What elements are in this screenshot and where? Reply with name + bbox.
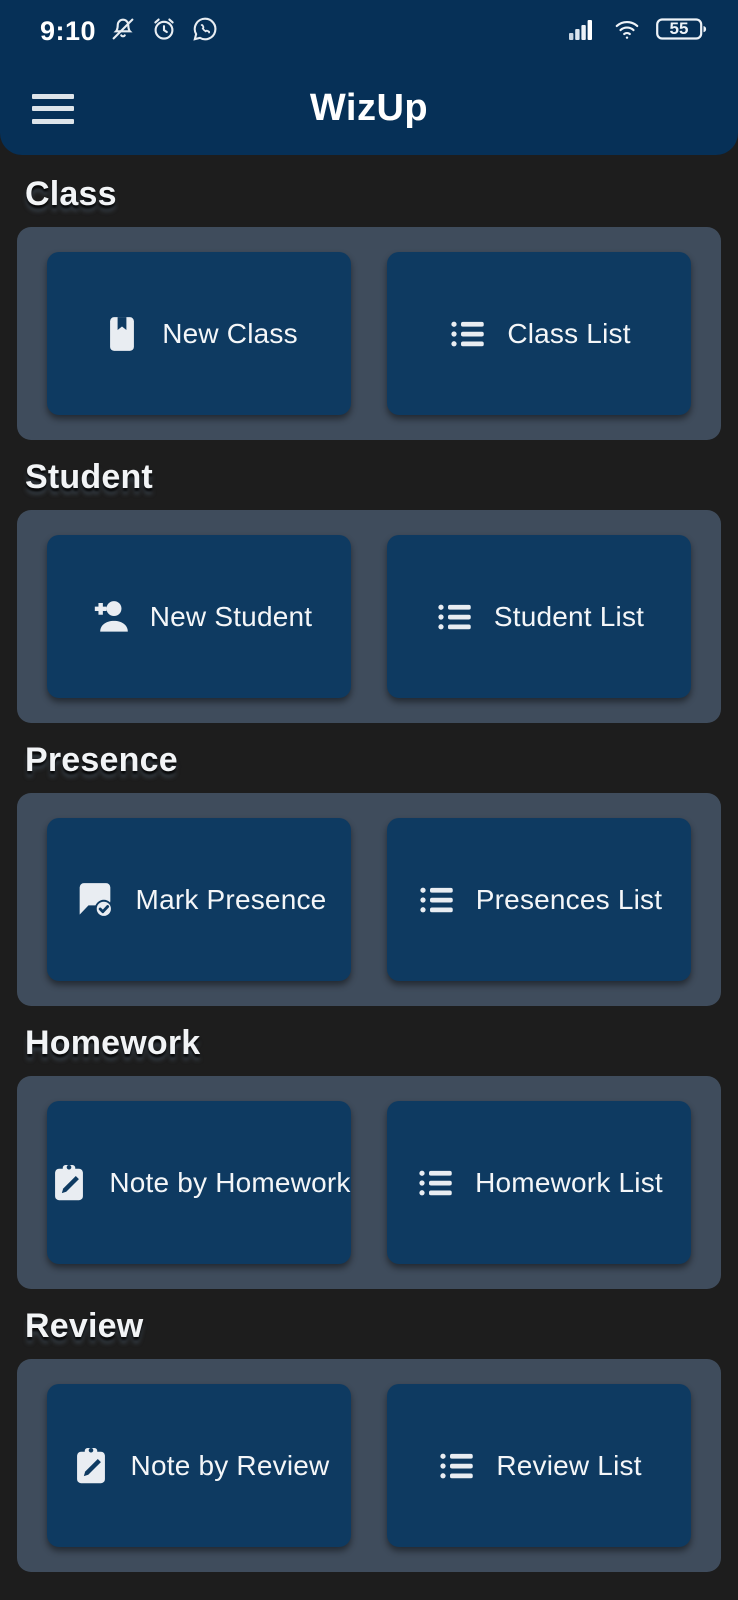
note-by-review-label: Note by Review bbox=[130, 1449, 330, 1481]
main-content: Class New Class Class List Student New S… bbox=[0, 169, 738, 1572]
section-review: Review Note by Review Review List bbox=[17, 1301, 721, 1572]
note-by-homework-button[interactable]: Note by Homework bbox=[47, 1101, 351, 1264]
bell-off-icon bbox=[109, 15, 137, 48]
mark-presence-button[interactable]: Mark Presence bbox=[47, 818, 351, 981]
section-class: Class New Class Class List bbox=[17, 169, 721, 440]
mark-presence-label: Mark Presence bbox=[135, 883, 327, 915]
alarm-clock-icon bbox=[150, 15, 178, 48]
clipboard-pencil-icon bbox=[69, 1444, 113, 1488]
note-by-homework-label: Note by Homework bbox=[109, 1166, 351, 1198]
section-title-review: Review bbox=[25, 1307, 144, 1345]
section-card-homework: Note by Homework Homework List bbox=[17, 1076, 721, 1289]
section-card-student: New Student Student List bbox=[17, 510, 721, 723]
homework-list-button[interactable]: Homework List bbox=[387, 1101, 691, 1264]
section-card-presence: Mark Presence Presences List bbox=[17, 793, 721, 1006]
presences-list-label: Presences List bbox=[475, 883, 663, 915]
student-list-label: Student List bbox=[493, 600, 645, 632]
review-list-button[interactable]: Review List bbox=[387, 1384, 691, 1547]
new-class-label: New Class bbox=[162, 317, 298, 349]
section-homework: Homework Note by Homework Homework List bbox=[17, 1018, 721, 1289]
list-icon bbox=[447, 313, 489, 355]
new-class-button[interactable]: New Class bbox=[47, 252, 351, 415]
new-student-label: New Student bbox=[149, 600, 313, 632]
status-bar: 9:10 55 bbox=[0, 0, 738, 62]
person-add-icon bbox=[86, 594, 132, 640]
app-bar: WizUp bbox=[0, 62, 738, 155]
note-by-review-button[interactable]: Note by Review bbox=[47, 1384, 351, 1547]
class-list-button[interactable]: Class List bbox=[387, 252, 691, 415]
list-icon bbox=[416, 879, 458, 921]
whatsapp-icon bbox=[191, 15, 219, 48]
section-card-review: Note by Review Review List bbox=[17, 1359, 721, 1572]
section-title-student: Student bbox=[25, 458, 153, 496]
presences-list-button[interactable]: Presences List bbox=[387, 818, 691, 981]
review-list-label: Review List bbox=[496, 1449, 642, 1481]
status-bar-right: 55 bbox=[568, 15, 708, 48]
section-presence: Presence Mark Presence Presences List bbox=[17, 735, 721, 1006]
section-title-homework: Homework bbox=[25, 1024, 201, 1062]
section-title-class: Class bbox=[25, 175, 117, 213]
section-card-class: New Class Class List bbox=[17, 227, 721, 440]
new-student-button[interactable]: New Student bbox=[47, 535, 351, 698]
wifi-icon bbox=[612, 16, 642, 47]
class-list-label: Class List bbox=[507, 317, 631, 349]
section-student: Student New Student Student List bbox=[17, 452, 721, 723]
chat-check-icon bbox=[72, 877, 118, 923]
battery-level-label: 55 bbox=[669, 18, 689, 38]
battery-icon: 55 bbox=[656, 15, 708, 48]
clipboard-pencil-icon bbox=[47, 1161, 91, 1205]
section-title-presence: Presence bbox=[25, 741, 178, 779]
list-icon bbox=[415, 1162, 457, 1204]
page-title: WizUp bbox=[309, 87, 429, 129]
list-icon bbox=[436, 1445, 478, 1487]
list-icon bbox=[434, 596, 476, 638]
homework-list-label: Homework List bbox=[475, 1166, 663, 1198]
status-clock: 9:10 bbox=[40, 15, 97, 46]
student-list-button[interactable]: Student List bbox=[387, 535, 691, 698]
cellular-signal-icon bbox=[568, 16, 598, 47]
hamburger-menu-icon[interactable] bbox=[32, 93, 74, 124]
status-bar-left: 9:10 bbox=[40, 15, 219, 48]
book-bookmark-icon bbox=[100, 312, 144, 356]
